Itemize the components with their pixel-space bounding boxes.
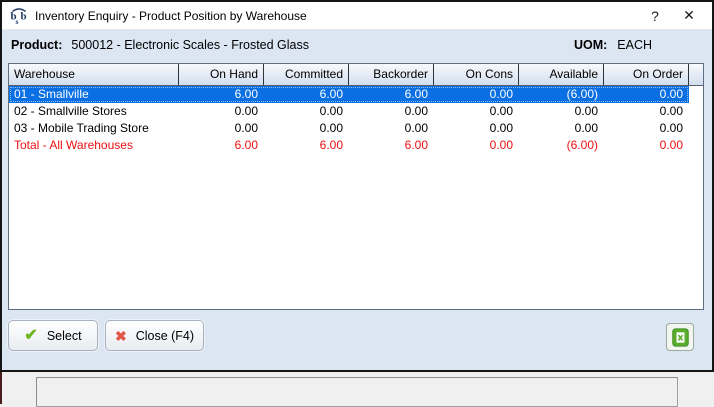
column-header-on-cons[interactable]: On Cons [434,64,519,85]
cell-value: (6.00) [519,86,604,103]
table-body: 01 - Smallville6.006.006.000.00(6.00)0.0… [9,86,703,154]
cell-value: 0.00 [349,103,434,120]
cell-value: 0.00 [179,120,264,137]
cell-value: 6.00 [349,137,434,154]
cell-value: 0.00 [434,103,519,120]
column-header-on-hand[interactable]: On Hand [179,64,264,85]
cell-warehouse: 03 - Mobile Trading Store [9,120,179,137]
status-message-field [36,377,678,407]
select-button[interactable]: ✔ Select [8,320,98,351]
close-f4-button[interactable]: ✖ Close (F4) [105,320,204,351]
product-header-bar: Product: 500012 - Electronic Scales - Fr… [2,30,712,60]
red-x-icon: ✖ [115,329,127,343]
table-row-total[interactable]: Total - All Warehouses6.006.006.000.00(6… [9,137,703,154]
cell-value: 6.00 [264,86,349,103]
cell-value: 0.00 [519,120,604,137]
uom-label: UOM: [574,38,607,52]
check-icon: ✔ [24,328,37,344]
close-button-label: Close (F4) [136,329,194,343]
title-bar: b b s Inventory Enquiry - Product Positi… [2,2,712,30]
window-close-button[interactable]: ✕ [672,2,706,29]
warehouse-table: WarehouseOn HandCommittedBackorderOn Con… [8,63,704,310]
row-strip: 03 - Mobile Trading Store0.000.000.000.0… [9,120,689,137]
svg-text:s: s [16,17,19,25]
cell-warehouse: 02 - Smallville Stores [9,103,179,120]
help-button[interactable]: ? [638,2,672,29]
uom-group: UOM: EACH [574,38,712,52]
uom-value: EACH [617,38,652,52]
column-header-filler [689,64,703,85]
cell-value: 6.00 [179,86,264,103]
cell-value: (6.00) [519,137,604,154]
cell-warehouse: 01 - Smallville [9,86,179,103]
cell-value: 6.00 [179,137,264,154]
cell-value: 0.00 [434,137,519,154]
row-strip: 02 - Smallville Stores0.000.000.000.000.… [9,103,689,120]
cell-value: 0.00 [604,120,689,137]
cell-value: 0.00 [349,120,434,137]
select-button-label: Select [47,329,82,343]
cell-warehouse: Total - All Warehouses [9,137,179,154]
column-header-available[interactable]: Available [519,64,604,85]
cell-value: 0.00 [179,103,264,120]
app-logo-icon: b b s [9,7,29,25]
parent-status-bar [0,372,714,404]
window-title: Inventory Enquiry - Product Position by … [35,9,307,23]
desktop-background-sliver [0,372,2,404]
table-row[interactable]: 01 - Smallville6.006.006.000.00(6.00)0.0… [9,86,703,103]
column-header-on-order[interactable]: On Order [604,64,689,85]
cell-value: 0.00 [434,120,519,137]
svg-text:b: b [21,10,27,22]
cell-value: 0.00 [604,103,689,120]
row-strip: Total - All Warehouses6.006.006.000.00(6… [9,137,689,154]
cell-value: 0.00 [434,86,519,103]
product-value: 500012 - Electronic Scales - Frosted Gla… [71,38,309,52]
cell-value: 0.00 [519,103,604,120]
cell-value: 6.00 [264,137,349,154]
cell-value: 0.00 [604,137,689,154]
excel-export-icon [672,328,689,347]
column-header-warehouse[interactable]: Warehouse [9,64,179,85]
excel-export-button[interactable] [666,323,694,351]
cell-value: 0.00 [264,120,349,137]
cell-value: 0.00 [604,86,689,103]
column-header-backorder[interactable]: Backorder [349,64,434,85]
column-header-committed[interactable]: Committed [264,64,349,85]
table-row[interactable]: 03 - Mobile Trading Store0.000.000.000.0… [9,120,703,137]
table-row[interactable]: 02 - Smallville Stores0.000.000.000.000.… [9,103,703,120]
cell-value: 0.00 [264,103,349,120]
table-header: WarehouseOn HandCommittedBackorderOn Con… [9,64,703,86]
inventory-enquiry-dialog: b b s Inventory Enquiry - Product Positi… [0,0,714,372]
product-label: Product: [11,38,62,52]
row-strip: 01 - Smallville6.006.006.000.00(6.00)0.0… [9,86,689,103]
cell-value: 6.00 [349,86,434,103]
